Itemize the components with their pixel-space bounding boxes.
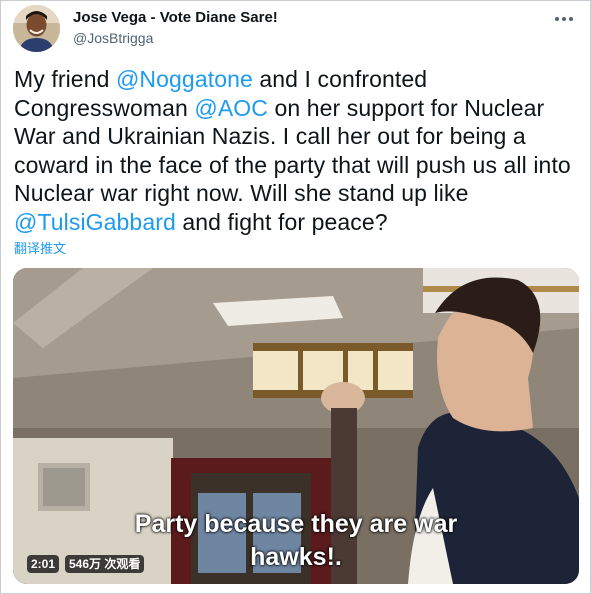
profile-avatar-icon xyxy=(13,5,60,52)
more-horizontal-icon xyxy=(555,17,559,21)
author-handle[interactable]: @JosBtrigga xyxy=(73,30,153,46)
translate-tweet-link[interactable]: 翻译推文 xyxy=(14,238,66,257)
mention-aoc[interactable]: @AOC xyxy=(194,95,268,121)
tweet-text: My friend @Noggatone and I confronted Co… xyxy=(14,65,574,236)
mention-tulsigabbard[interactable]: @TulsiGabbard xyxy=(14,209,176,235)
avatar[interactable] xyxy=(13,5,60,52)
more-dot xyxy=(562,17,566,21)
video-player[interactable]: Party because they are war hawks!. 2:01 … xyxy=(13,268,579,584)
author-display-name[interactable]: Jose Vega - Vote Diane Sare! xyxy=(73,9,278,26)
tweet-card: Jose Vega - Vote Diane Sare! @JosBtrigga… xyxy=(0,0,591,594)
video-subtitle-line1: Party because they are war xyxy=(134,510,458,538)
mention-noggatone[interactable]: @Noggatone xyxy=(116,66,253,92)
video-duration: 2:01 xyxy=(27,555,60,573)
tweet-text-part: My friend xyxy=(14,66,116,92)
more-dot xyxy=(569,17,573,21)
video-view-count: 546万 次观看 xyxy=(65,555,145,573)
tweet-text-part: and fight for peace? xyxy=(175,208,388,235)
more-options-button[interactable] xyxy=(552,9,576,29)
